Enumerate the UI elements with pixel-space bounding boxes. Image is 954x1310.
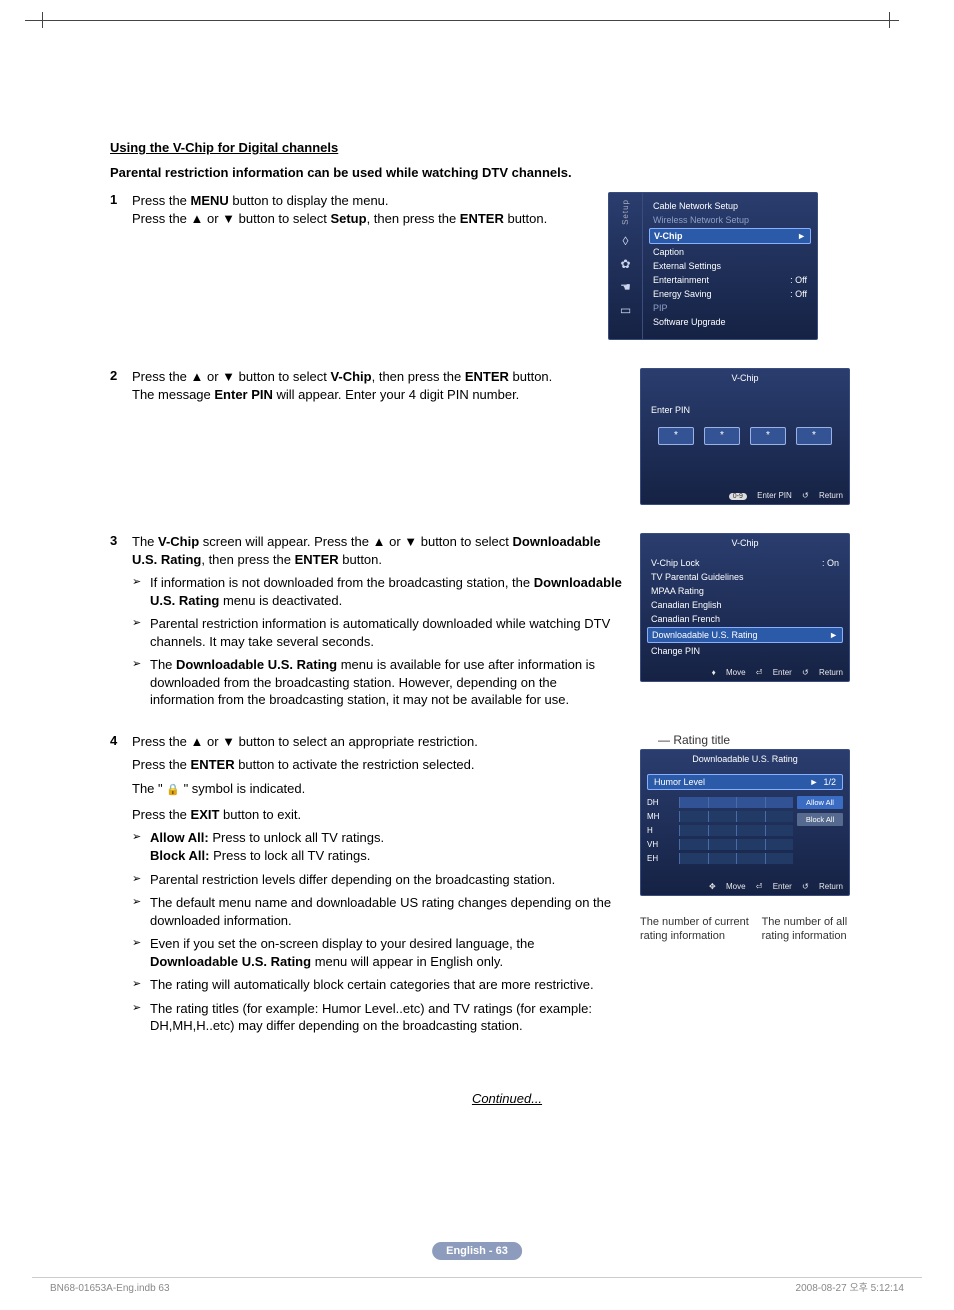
osd-downloadable-panel: Downloadable U.S. Rating Humor Level ► 1…: [640, 749, 850, 896]
bullet-text: Parental restriction information is auto…: [150, 615, 624, 650]
setup-tab-label: Setup: [621, 199, 630, 225]
osd-title: Downloadable U.S. Rating: [641, 750, 849, 768]
bullet-arrow-icon: ➢: [132, 829, 150, 864]
play-icon: ►: [810, 777, 819, 787]
step-number: 2: [110, 368, 132, 409]
network-icon: ☚: [620, 280, 631, 294]
rating-label: EH: [647, 854, 679, 863]
osd-row: External Settings: [649, 259, 811, 273]
step-number: 1: [110, 192, 132, 233]
footer-rule: [32, 1277, 922, 1278]
return-icon: ↺ Return: [802, 668, 843, 677]
osd-row: MPAA Rating: [647, 584, 843, 598]
bullet-arrow-icon: ➢: [132, 574, 150, 609]
footer-right: 2008-08-27 오후 5:12:14: [796, 1279, 904, 1294]
bullet-text: The default menu name and downloadable U…: [150, 894, 624, 929]
step-number: 4: [110, 733, 132, 1041]
step-number: 3: [110, 533, 132, 715]
osd-row: V-Chip Lock: On: [647, 556, 843, 570]
osd-setup-panel: Setup ◊ ✿ ☚ ▭ Cable Network Setup Wirele…: [608, 192, 818, 340]
rating-label: MH: [647, 812, 679, 821]
foot-enter: Enter PIN: [757, 491, 792, 500]
bullet-arrow-icon: ➢: [132, 656, 150, 709]
annotation-right: The number of all rating information: [762, 916, 860, 944]
step-text: Press the MENU button to display the men…: [132, 192, 624, 227]
osd-row: Energy Saving: Off: [649, 287, 811, 301]
osd-row: Software Upgrade: [649, 315, 811, 329]
osd-title: V-Chip: [641, 534, 849, 552]
bullet-arrow-icon: ➢: [132, 615, 150, 650]
pin-box: *: [796, 427, 832, 445]
rating-label: H: [647, 826, 679, 835]
osd-row: Entertainment: Off: [649, 273, 811, 287]
bullet-text: The Downloadable U.S. Rating menu is ava…: [150, 656, 624, 709]
continued-text: Continued...: [110, 1091, 904, 1106]
play-icon: ►: [829, 630, 838, 640]
footer-left: BN68-01653A-Eng.indb 63: [50, 1283, 170, 1294]
page-badge: English - 63: [432, 1242, 522, 1260]
picture-icon: ◊: [623, 234, 629, 248]
play-icon: ►: [797, 231, 806, 241]
step-text: The " 🔒 " symbol is indicated.: [132, 780, 624, 798]
osd-row: PIP: [649, 301, 811, 315]
section-title: Using the V-Chip for Digital channels: [110, 140, 904, 155]
return-icon: ↺ Return: [802, 491, 843, 500]
bullet-text: The rating will automatically block cert…: [150, 976, 624, 994]
bullet-text: The rating titles (for example: Humor Le…: [150, 1000, 624, 1035]
enter-pin-label: Enter PIN: [647, 391, 843, 419]
osd-row: Change PIN: [647, 644, 843, 658]
enter-icon: ⏎ Enter: [756, 882, 792, 891]
bullet-text: If information is not downloaded from th…: [150, 574, 624, 609]
step-text: The V-Chip screen will appear. Press the…: [132, 533, 624, 568]
bullet-text: Even if you set the on-screen display to…: [150, 935, 624, 970]
allow-all-button: Allow All: [797, 796, 843, 809]
osd-row-selected: V-Chip►: [649, 228, 811, 244]
annotation-left: The number of current rating information: [640, 916, 752, 944]
osd-row-selected: Downloadable U.S. Rating►: [647, 627, 843, 643]
step-text: Press the ENTER button to activate the r…: [132, 756, 624, 774]
lock-icon: 🔒: [166, 784, 180, 796]
return-icon: ↺ Return: [802, 882, 843, 891]
input-icon: ▭: [620, 303, 631, 317]
pin-box: *: [658, 427, 694, 445]
bullet-arrow-icon: ➢: [132, 976, 150, 994]
step-text: Press the EXIT button to exit.: [132, 806, 624, 824]
osd-vchip-panel: V-Chip V-Chip Lock: On TV Parental Guide…: [640, 533, 850, 682]
osd-row: Caption: [649, 245, 811, 259]
pin-box: *: [704, 427, 740, 445]
bullet-arrow-icon: ➢: [132, 935, 150, 970]
intro-text: Parental restriction information can be …: [110, 165, 904, 180]
osd-row: Canadian English: [647, 598, 843, 612]
bullet-arrow-icon: ➢: [132, 894, 150, 929]
osd-row: Wireless Network Setup: [649, 213, 811, 227]
osd-row: TV Parental Guidelines: [647, 570, 843, 584]
pin-box: *: [750, 427, 786, 445]
osd-row-selected: Humor Level ► 1/2: [647, 774, 843, 790]
rating-label: DH: [647, 798, 679, 807]
move-icon: ♦ Move: [712, 668, 746, 677]
settings-icon: ✿: [620, 257, 630, 271]
enter-icon: ⏎ Enter: [756, 668, 792, 677]
osd-row: Cable Network Setup: [649, 199, 811, 213]
rating-label: VH: [647, 840, 679, 849]
osd-title: V-Chip: [641, 369, 849, 387]
bullet-text: Allow All: Press to unlock all TV rating…: [150, 829, 624, 864]
rating-title-label: — Rating title: [658, 733, 860, 747]
block-all-button: Block All: [797, 813, 843, 826]
osd-pin-panel: V-Chip Enter PIN * * * * 0-9 Enter PIN ↺…: [640, 368, 850, 505]
step-text: Press the ▲ or ▼ button to select V-Chip…: [132, 368, 624, 403]
move-icon: ✥ Move: [709, 882, 746, 891]
bullet-arrow-icon: ➢: [132, 1000, 150, 1035]
keypad-hint: 0-9: [729, 493, 747, 500]
bullet-arrow-icon: ➢: [132, 871, 150, 889]
bullet-text: Parental restriction levels differ depen…: [150, 871, 624, 889]
osd-row: Canadian French: [647, 612, 843, 626]
step-text: Press the ▲ or ▼ button to select an app…: [132, 733, 624, 751]
